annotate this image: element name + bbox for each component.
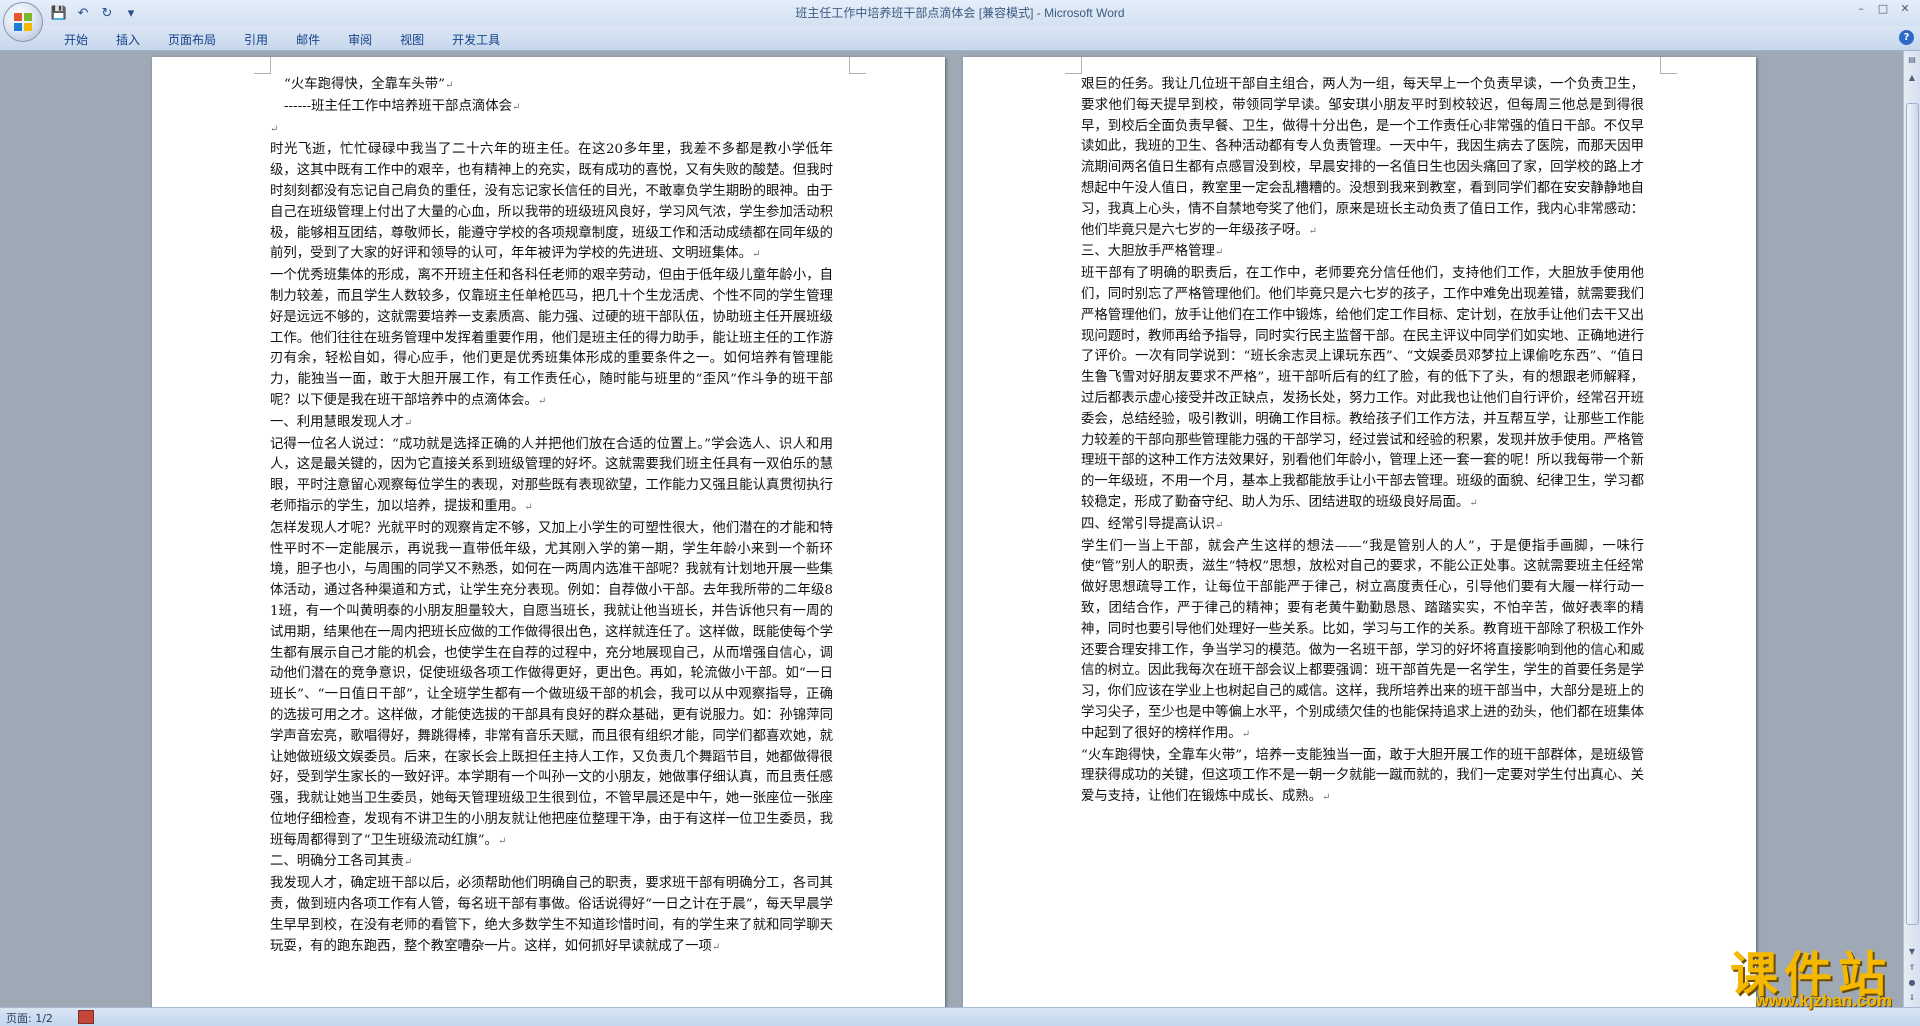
document-title: 班主任工作中培养班干部点滴体会 [兼容模式] - — [795, 6, 1045, 20]
paragraph-text: 记得一位名人说过：“成功就是选择正确的人并把他们放在合适的位置上。”学会选人、识… — [270, 436, 833, 514]
paragraph-text: 学生们一当上干部，就会产生这样的想法——“我是管别人的人”，于是便指手画脚，一味… — [1081, 538, 1645, 741]
watermark-url: www.kjzhan.com — [1755, 991, 1892, 1010]
close-button[interactable]: ✕ — [1894, 0, 1916, 18]
paragraph-text: 一个优秀班集体的形成，离不开班主任和各科任老师的艰辛劳动，但由于低年级儿童年龄小… — [270, 268, 833, 408]
page-1-text[interactable]: “火车跑得快，全靠车头带”↵ ------班主任工作中培养班干部点滴体会↵ ↵ 时光飞… — [270, 75, 833, 958]
tab-home[interactable]: 开始 — [50, 29, 102, 50]
paragraph-mark-icon: ↵ — [524, 501, 533, 513]
ribbon-tabs: 开始 插入 页面布局 引用 邮件 审阅 视图 开发工具 — [50, 29, 514, 50]
margin-marker — [254, 57, 271, 74]
help-icon[interactable]: ? — [1899, 30, 1914, 45]
paragraph-mark-icon: ↵ — [445, 80, 454, 91]
watermark-logo: 课件站 www.kjzhan.com — [1662, 935, 1892, 1011]
tab-references[interactable]: 引用 — [230, 29, 282, 50]
paragraph[interactable]: 我发现人才，确定班干部以后，必须帮助他们明确自己的职责，要求班干部有明确分工，各… — [270, 874, 833, 958]
paragraph-text: 四、经常引导提高认识 — [1081, 516, 1215, 532]
paragraph[interactable]: “火车跑得快，全靠车火带”，培养一支能独当一面，敢于大胆开展工作的班干部群体，是… — [1081, 746, 1644, 809]
paragraph-mark-icon: ↵ — [1214, 519, 1224, 531]
paragraph[interactable]: 二、明确分工各司其责↵ — [270, 852, 833, 874]
paragraph-text: 时光飞逝，忙忙碌碌中我当了二十六年的班主任。在这20多年里，我差不多都是教小学低… — [270, 142, 833, 262]
paragraph-text: 二、明确分工各司其责 — [270, 854, 404, 870]
paragraph[interactable]: ------班主任工作中培养班干部点滴体会↵ — [270, 97, 833, 119]
paragraph[interactable]: 三、大胆放手严格管理↵ — [1081, 242, 1644, 264]
select-browse-object-icon[interactable]: ● — [1905, 976, 1919, 990]
app-name: Microsoft Word — [1044, 6, 1125, 20]
paragraph[interactable]: 艰巨的任务。我让几位班干部自主组合，两人为一组，每天早上一个负责早读，一个负责卫… — [1081, 75, 1644, 242]
page-2-text[interactable]: 艰巨的任务。我让几位班干部自主组合，两人为一组，每天早上一个负责早读，一个负责卫… — [1081, 75, 1644, 809]
paragraph-text: ------班主任工作中培养班干部点滴体会 — [284, 98, 513, 114]
proofing-icon[interactable] — [78, 1010, 94, 1024]
paragraph-mark-icon: ↵ — [1308, 225, 1318, 237]
paragraph-text: 一、利用慧眼发现人才 — [270, 414, 404, 430]
scroll-up-icon[interactable]: ▲ — [1905, 71, 1919, 85]
paragraph-mark-icon: ↵ — [497, 835, 507, 847]
paragraph[interactable]: 一个优秀班集体的形成，离不开班主任和各科任老师的艰辛劳动，但由于低年级儿童年龄小… — [270, 266, 833, 413]
paragraph[interactable]: 记得一位名人说过：“成功就是选择正确的人并把他们放在合适的位置上。”学会选人、识… — [270, 435, 833, 519]
paragraph[interactable]: 怎样发现人才呢？光就平时的观察肯定不够，又加上小学生的可塑性很大，他们潜在的才能… — [270, 519, 833, 853]
tab-mailings[interactable]: 邮件 — [282, 29, 334, 50]
previous-page-icon[interactable]: ⇑ — [1905, 961, 1919, 975]
maximize-button[interactable]: □ — [1872, 0, 1894, 18]
paragraph[interactable]: “火车跑得快，全靠车头带”↵ — [270, 75, 833, 97]
paragraph-text: 艰巨的任务。我让几位班干部自主组合，两人为一组，每天早上一个负责早读，一个负责卫… — [1081, 77, 1644, 238]
page-indicator[interactable]: 页面: 1/2 — [6, 1010, 53, 1026]
ribbon-tab-bar: 开始 插入 页面布局 引用 邮件 审阅 视图 开发工具 ? — [0, 26, 1920, 51]
paragraph-mark-icon: ↵ — [711, 941, 721, 953]
paragraph[interactable]: 时光飞逝，忙忙碌碌中我当了二十六年的班主任。在这20多年里，我差不多都是教小学低… — [270, 140, 833, 266]
paragraph[interactable]: 一、利用慧眼发现人才↵ — [270, 413, 833, 435]
paragraph-mark-icon: ↵ — [1469, 497, 1478, 509]
tab-insert[interactable]: 插入 — [102, 29, 154, 50]
tab-developer[interactable]: 开发工具 — [438, 29, 514, 50]
paragraph[interactable]: ↵ — [270, 119, 833, 141]
window-title: 班主任工作中培养班干部点滴体会 [兼容模式] - Microsoft Word — [0, 4, 1920, 21]
office-button[interactable] — [3, 2, 43, 42]
paragraph[interactable]: 学生们一当上干部，就会产生这样的想法——“我是管别人的人”，于是便指手画脚，一味… — [1081, 537, 1644, 746]
paragraph-text: “火车跑得快，全靠车头带” — [284, 77, 445, 92]
document-page-1[interactable]: “火车跑得快，全靠车头带”↵ ------班主任工作中培养班干部点滴体会↵ ↵ 时光飞… — [152, 57, 945, 1007]
vertical-scrollbar[interactable]: ▤ ▲ ▼ ⇑ ● ⇓ — [1903, 51, 1920, 1007]
office-logo-icon — [14, 13, 32, 31]
paragraph[interactable]: 班干部有了明确的职责后，在工作中，老师要充分信任他们，支持他们工作，大胆放手使用… — [1081, 264, 1644, 515]
paragraph-mark-icon: ↵ — [403, 417, 413, 429]
document-page-2[interactable]: 艰巨的任务。我让几位班干部自主组合，两人为一组，每天早上一个负责早读，一个负责卫… — [963, 57, 1756, 1007]
paragraph-text: 怎样发现人才呢？光就平时的观察肯定不够，又加上小学生的可塑性很大，他们潜在的才能… — [270, 520, 833, 848]
window-controls: – □ ✕ — [1850, 0, 1916, 18]
paragraph[interactable]: 四、经常引导提高认识↵ — [1081, 515, 1644, 537]
paragraph-text: 三、大胆放手严格管理 — [1081, 244, 1215, 260]
scroll-down-icon[interactable]: ▼ — [1905, 945, 1919, 959]
paragraph-mark-icon: ↵ — [752, 249, 761, 261]
margin-marker — [1065, 57, 1082, 74]
paragraph-mark-icon: ↵ — [403, 857, 413, 869]
margin-marker — [849, 57, 866, 74]
paragraph-mark-icon: ↵ — [1214, 247, 1224, 259]
minimize-button[interactable]: – — [1850, 0, 1872, 18]
paragraph-text: 我发现人才，确定班干部以后，必须帮助他们明确自己的职责，要求班干部有明确分工，各… — [270, 876, 833, 954]
status-bar: 页面: 1/2 — [0, 1007, 1920, 1026]
paragraph-mark-icon: ↵ — [537, 395, 547, 407]
document-area: “火车跑得快，全靠车头带”↵ ------班主任工作中培养班干部点滴体会↵ ↵ 时光飞… — [0, 51, 1904, 1007]
tab-review[interactable]: 审阅 — [334, 29, 386, 50]
paragraph-text: 班干部有了明确的职责后，在工作中，老师要充分信任他们，支持他们工作，大胆放手使用… — [1081, 266, 1644, 510]
next-page-icon[interactable]: ⇓ — [1905, 991, 1919, 1005]
title-bar: 💾 ↶ ↻ ▾ 班主任工作中培养班干部点滴体会 [兼容模式] - Microso… — [0, 0, 1920, 42]
tab-view[interactable]: 视图 — [386, 29, 438, 50]
paragraph-text: “火车跑得快，全靠车火带”，培养一支能独当一面，敢于大胆开展工作的班干部群体，是… — [1081, 747, 1644, 805]
scrollbar-thumb[interactable] — [1906, 103, 1919, 925]
tab-page-layout[interactable]: 页面布局 — [154, 29, 230, 50]
ruler-toggle-icon[interactable]: ▤ — [1905, 53, 1919, 67]
margin-marker — [1660, 57, 1677, 74]
paragraph-mark-icon: ↵ — [1241, 728, 1251, 740]
paragraph-mark-icon: ↵ — [1322, 792, 1331, 804]
paragraph-mark-icon: ↵ — [512, 101, 521, 113]
paragraph-mark-icon: ↵ — [270, 123, 279, 135]
